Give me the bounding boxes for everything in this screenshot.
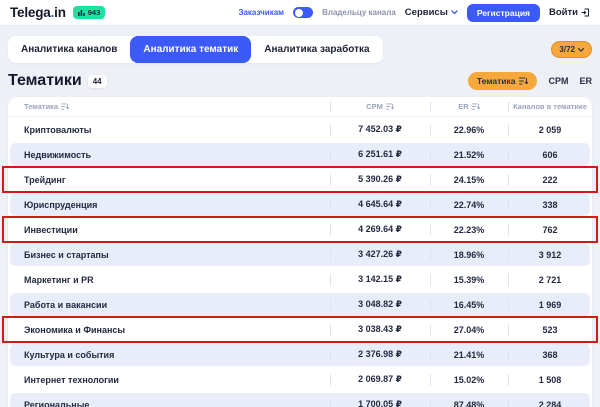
- tab-topic-analytics[interactable]: Аналитика тематик: [130, 36, 251, 63]
- cpm-cell: 3 048.82 ₽: [330, 299, 430, 310]
- table-row[interactable]: Работа и вакансии 3 048.82 ₽ 16.45% 1 96…: [8, 292, 592, 317]
- channels-count: 943: [88, 8, 101, 17]
- logout-icon: [581, 8, 590, 17]
- topic-cell: Инвестиции: [8, 225, 330, 235]
- logo-wordmark: Telega.in: [10, 5, 66, 20]
- sort-by-er-link[interactable]: ER: [579, 76, 592, 86]
- channels-cell: 222: [508, 175, 592, 185]
- cpm-cell: 3 427.26 ₽: [330, 249, 430, 260]
- table-header-row: Тематика CPM ER Каналов в тематике: [8, 97, 592, 117]
- topic-cell: Криптовалюты: [8, 125, 330, 135]
- er-cell: 24.15%: [430, 175, 508, 185]
- column-header-topic[interactable]: Тематика: [8, 102, 330, 111]
- cpm-cell: 1 700.05 ₽: [330, 399, 430, 407]
- topic-cell: Работа и вакансии: [8, 300, 330, 310]
- table-row[interactable]: Культура и события 2 376.98 ₽ 21.41% 368: [8, 342, 592, 367]
- topic-cell: Экономика и Финансы: [8, 325, 330, 335]
- er-cell: 87.48%: [430, 400, 508, 407]
- channels-cell: 606: [508, 150, 592, 160]
- table-row[interactable]: Юриспруденция 4 645.64 ₽ 22.74% 338: [8, 192, 592, 217]
- topics-table: Тематика CPM ER Каналов в тематике Крипт…: [8, 97, 592, 407]
- page-title: Тематики: [8, 72, 82, 90]
- register-button[interactable]: Регистрация: [467, 4, 540, 22]
- customers-link[interactable]: Заказчикам: [238, 8, 284, 17]
- sort-icon: [519, 77, 528, 85]
- er-cell: 27.04%: [430, 325, 508, 335]
- login-button[interactable]: Войти: [549, 7, 590, 18]
- services-menu[interactable]: Сервисы: [405, 7, 458, 18]
- cpm-cell: 4 645.64 ₽: [330, 199, 430, 210]
- channels-cell: 2 284: [508, 400, 592, 407]
- table-row[interactable]: Трейдинг 5 390.26 ₽ 24.15% 222: [8, 167, 592, 192]
- cpm-cell: 3 142.15 ₽: [330, 274, 430, 285]
- topics-count-badge: 44: [88, 75, 107, 88]
- er-cell: 21.52%: [430, 150, 508, 160]
- er-cell: 22.96%: [430, 125, 508, 135]
- topic-cell: Интернет технологии: [8, 375, 330, 385]
- sort-by-cpm-link[interactable]: CPM: [548, 76, 568, 86]
- cpm-cell: 2 069.87 ₽: [330, 374, 430, 385]
- channels-cell: 2 721: [508, 275, 592, 285]
- table-row[interactable]: Недвижимость 6 251.61 ₽ 21.52% 606: [8, 142, 592, 167]
- cpm-cell: 2 376.98 ₽: [330, 349, 430, 360]
- logo[interactable]: Telega.in 943: [10, 5, 105, 20]
- column-header-channels[interactable]: Каналов в тематике: [508, 102, 592, 111]
- sort-controls: Тематика CPM ER: [468, 72, 592, 90]
- cpm-cell: 5 390.26 ₽: [330, 174, 430, 185]
- er-cell: 21.41%: [430, 350, 508, 360]
- channels-count-badge: 943: [73, 6, 106, 19]
- topic-cell: Маркетинг и PR: [8, 275, 330, 285]
- toggle-knob: [295, 9, 303, 17]
- er-cell: 18.96%: [430, 250, 508, 260]
- column-header-cpm[interactable]: CPM: [330, 102, 430, 111]
- table-row[interactable]: Маркетинг и PR 3 142.15 ₽ 15.39% 2 721: [8, 267, 592, 292]
- sort-icon: [472, 103, 480, 110]
- er-cell: 15.39%: [430, 275, 508, 285]
- top-bar: Telega.in 943 Заказчикам Владельцу канал…: [0, 0, 600, 26]
- sort-icon: [61, 103, 69, 110]
- channel-owner-link[interactable]: Владельцу канала: [322, 8, 396, 17]
- chevron-down-icon: [451, 10, 458, 15]
- topic-cell: Юриспруденция: [8, 200, 330, 210]
- cpm-cell: 6 251.61 ₽: [330, 149, 430, 160]
- audience-toggle[interactable]: [293, 7, 313, 18]
- cpm-cell: 7 452.03 ₽: [330, 124, 430, 135]
- er-cell: 22.23%: [430, 225, 508, 235]
- cpm-cell: 3 038.43 ₽: [330, 324, 430, 335]
- channels-cell: 762: [508, 225, 592, 235]
- topic-cell: Культура и события: [8, 350, 330, 360]
- table-row[interactable]: Инвестиции 4 269.64 ₽ 22.23% 762: [8, 217, 592, 242]
- tab-channel-analytics[interactable]: Аналитика каналов: [8, 36, 130, 63]
- er-cell: 22.74%: [430, 200, 508, 210]
- channels-cell: 1 969: [508, 300, 592, 310]
- channels-cell: 2 059: [508, 125, 592, 135]
- column-header-er[interactable]: ER: [430, 102, 508, 111]
- er-cell: 15.02%: [430, 375, 508, 385]
- table-row[interactable]: Региональные 1 700.05 ₽ 87.48% 2 284: [8, 392, 592, 407]
- sort-by-topic-pill[interactable]: Тематика: [468, 72, 538, 90]
- channels-cell: 368: [508, 350, 592, 360]
- chevron-down-icon: [578, 48, 584, 52]
- tab-earnings-analytics[interactable]: Аналитика заработка: [251, 36, 382, 63]
- pager-badge[interactable]: 3/72: [551, 41, 592, 58]
- topic-cell: Бизнес и стартапы: [8, 250, 330, 260]
- er-cell: 16.45%: [430, 300, 508, 310]
- channels-cell: 338: [508, 200, 592, 210]
- topic-cell: Региональные: [8, 400, 330, 407]
- analytics-tabs: Аналитика каналов Аналитика тематик Анал…: [8, 36, 383, 63]
- table-row[interactable]: Экономика и Финансы 3 038.43 ₽ 27.04% 52…: [8, 317, 592, 342]
- chart-bars-icon: [78, 9, 85, 16]
- table-row[interactable]: Интернет технологии 2 069.87 ₽ 15.02% 1 …: [8, 367, 592, 392]
- sort-icon: [386, 103, 394, 110]
- topic-cell: Недвижимость: [8, 150, 330, 160]
- table-row[interactable]: Криптовалюты 7 452.03 ₽ 22.96% 2 059: [8, 117, 592, 142]
- topic-cell: Трейдинг: [8, 175, 330, 185]
- channels-cell: 1 508: [508, 375, 592, 385]
- table-row[interactable]: Бизнес и стартапы 3 427.26 ₽ 18.96% 3 91…: [8, 242, 592, 267]
- channels-cell: 523: [508, 325, 592, 335]
- channels-cell: 3 912: [508, 250, 592, 260]
- cpm-cell: 4 269.64 ₽: [330, 224, 430, 235]
